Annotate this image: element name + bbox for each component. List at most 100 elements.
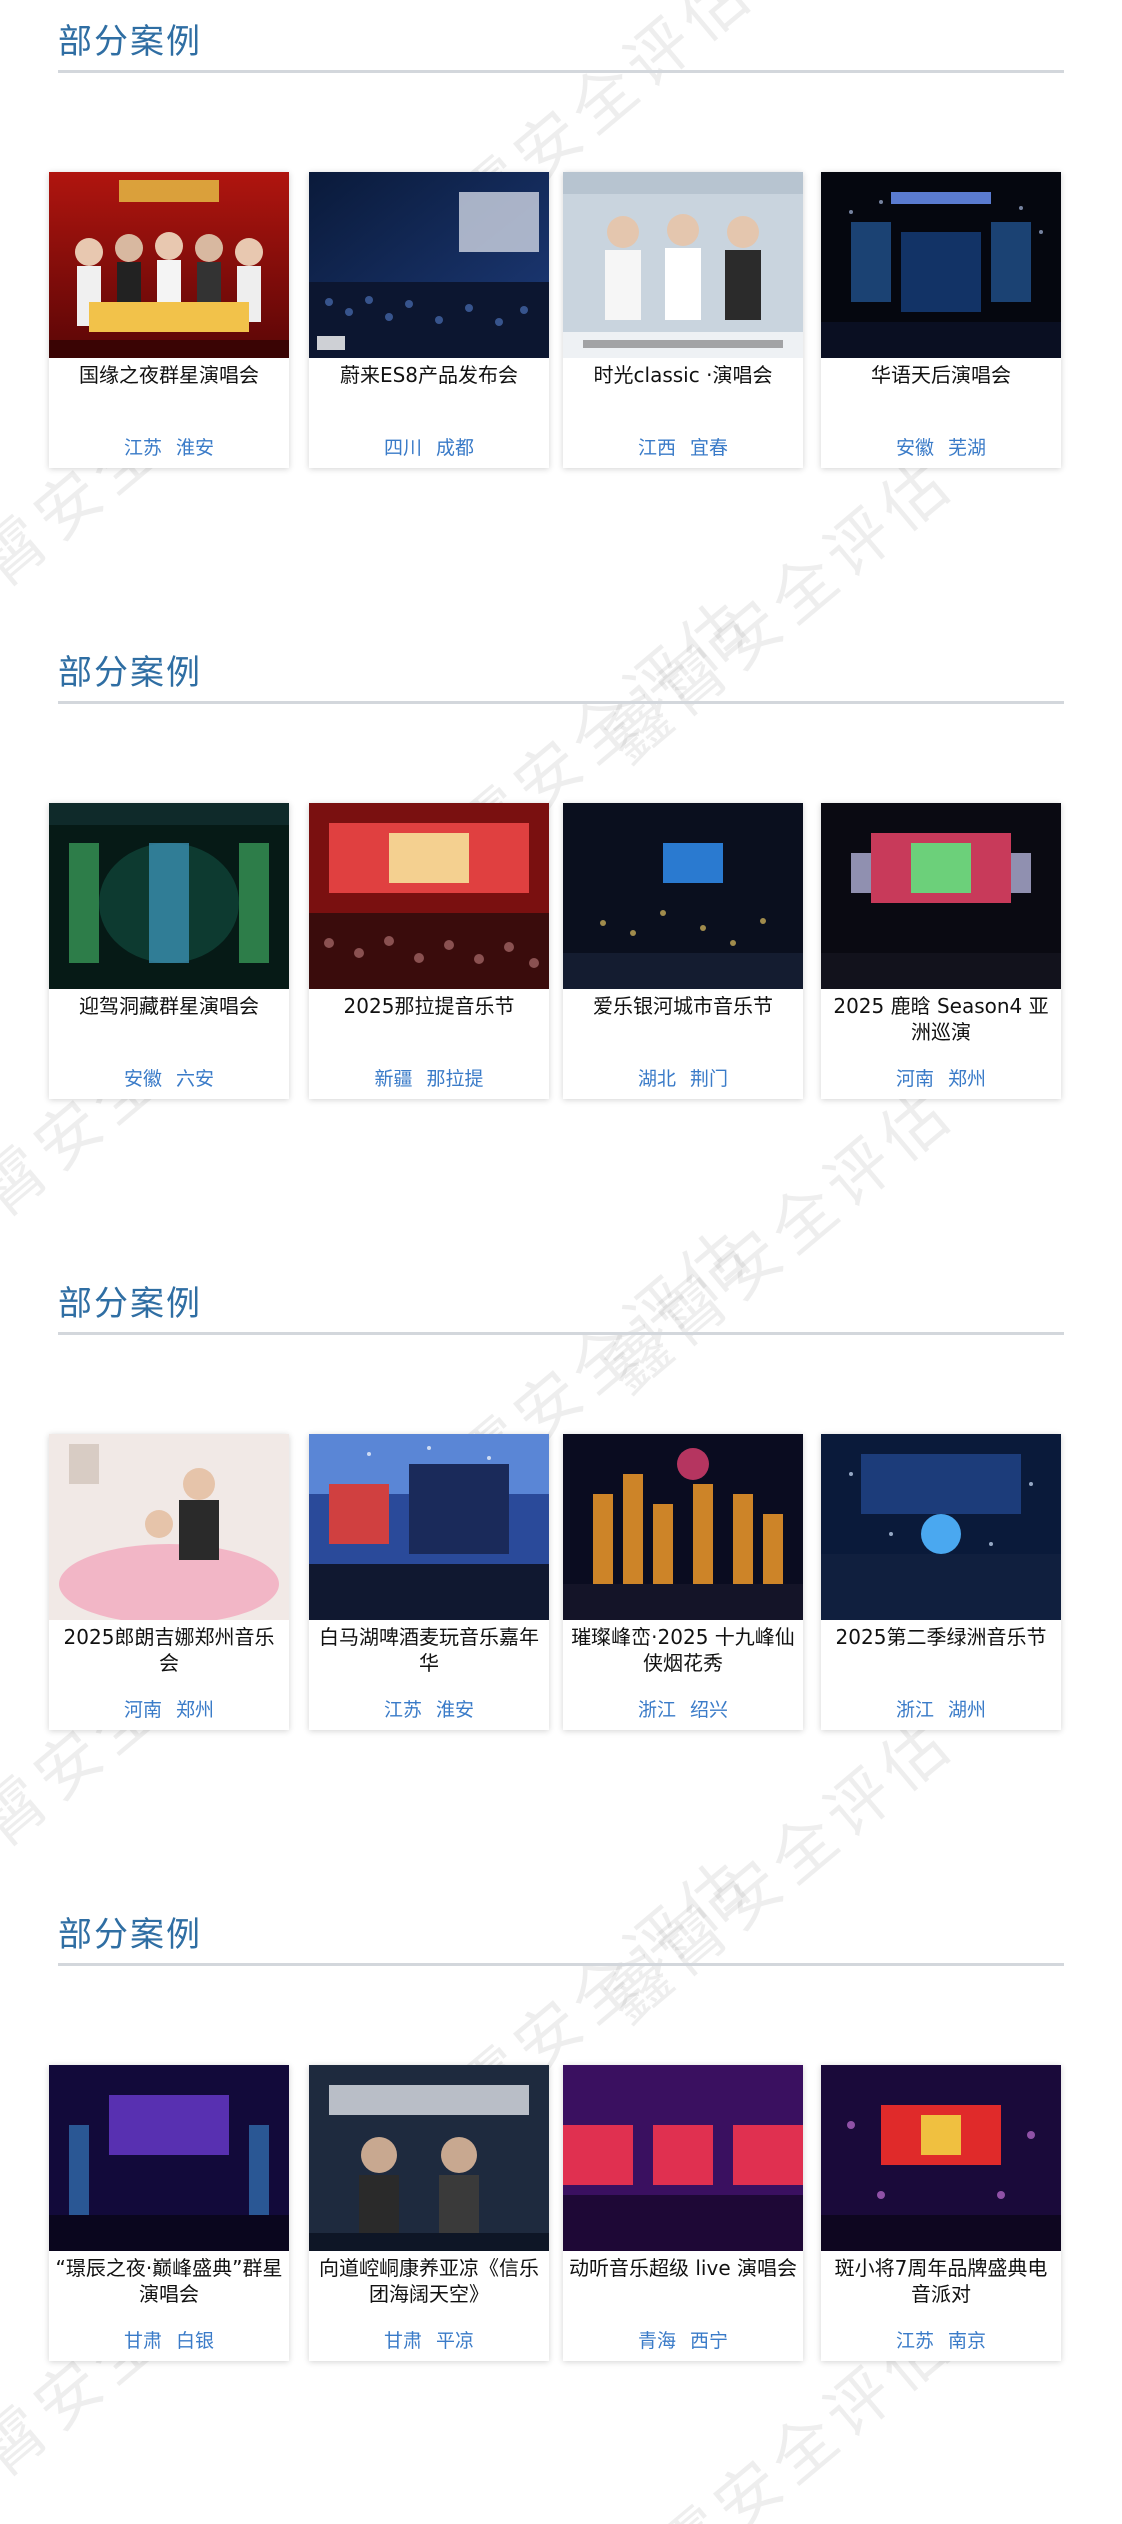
case-title: 2025那拉提音乐节 <box>343 994 515 1018</box>
case-location: 青海 西宁 <box>563 2326 803 2353</box>
location-province: 新疆 <box>374 1068 413 1090</box>
case-card[interactable]: 2025那拉提音乐节 新疆 那拉提 <box>309 803 549 1099</box>
case-card[interactable]: 2025郎朗吉娜郑州音乐会 河南 郑州 <box>49 1434 289 1730</box>
case-card[interactable]: 向道崆峒康养亚凉《信乐团海阔天空》 甘肃 平凉 <box>309 2065 549 2361</box>
location-city: 芜湖 <box>948 437 987 459</box>
case-location: 江苏 淮安 <box>49 433 289 460</box>
case-card[interactable]: 华语天后演唱会 安徽 芜湖 <box>821 172 1061 468</box>
location-province: 湖北 <box>637 1068 676 1090</box>
case-photo <box>563 803 803 989</box>
case-location: 江苏 淮安 <box>309 1695 549 1722</box>
location-province: 四川 <box>383 437 422 459</box>
case-section: 部分案例 “璟辰之夜·巅峰盛典”群星演唱会 甘肃 白银 向道崆峒康养亚凉《信乐团… <box>0 1893 1122 2523</box>
case-card[interactable]: 白马湖啤酒麦玩音乐嘉年华 江苏 淮安 <box>309 1434 549 1730</box>
case-location: 安徽 六安 <box>49 1064 289 1091</box>
case-card[interactable]: 爱乐银河城市音乐节 湖北 荆门 <box>563 803 803 1099</box>
location-province: 安徽 <box>123 1068 162 1090</box>
case-title: 2025第二季绿洲音乐节 <box>835 1625 1047 1649</box>
case-card[interactable]: 动听音乐超级 live 演唱会 青海 西宁 <box>563 2065 803 2361</box>
case-title: 向道崆峒康养亚凉《信乐团海阔天空》 <box>319 2256 539 2306</box>
location-city: 那拉提 <box>426 1068 484 1090</box>
section-divider <box>58 1963 1064 1966</box>
location-city: 郑州 <box>176 1699 215 1721</box>
section-title: 部分案例 <box>58 653 202 693</box>
section-title: 部分案例 <box>58 1284 202 1324</box>
case-location: 四川 成都 <box>309 433 549 460</box>
case-section: 部分案例 国缘之夜群星演唱会 江苏 淮安 蔚来ES8产品发布会 四川 成都 时光… <box>0 0 1122 630</box>
case-card[interactable]: 时光classic ·演唱会 江西 宜春 <box>563 172 803 468</box>
location-province: 甘肃 <box>383 2330 422 2352</box>
location-province: 河南 <box>895 1068 934 1090</box>
case-location: 浙江 绍兴 <box>563 1695 803 1722</box>
case-section: 部分案例 2025郎朗吉娜郑州音乐会 河南 郑州 白马湖啤酒麦玩音乐嘉年华 江苏… <box>0 1262 1122 1892</box>
case-photo <box>309 1434 549 1620</box>
location-city: 白银 <box>176 2330 215 2352</box>
case-photo <box>309 803 549 989</box>
section-title: 部分案例 <box>58 22 202 62</box>
case-photo <box>563 2065 803 2251</box>
case-card[interactable]: 璀璨峰峦·2025 十九峰仙侠烟花秀 浙江 绍兴 <box>563 1434 803 1730</box>
case-location: 甘肃 白银 <box>49 2326 289 2353</box>
case-location: 湖北 荆门 <box>563 1064 803 1091</box>
case-location: 江西 宜春 <box>563 433 803 460</box>
case-photo <box>309 2065 549 2251</box>
case-card[interactable]: 迎驾洞藏群星演唱会 安徽 六安 <box>49 803 289 1099</box>
case-title: “璟辰之夜·巅峰盛典”群星演唱会 <box>55 2256 283 2306</box>
location-city: 成都 <box>436 437 475 459</box>
case-title: 斑小将7周年品牌盛典电音派对 <box>834 2256 1048 2306</box>
case-card[interactable]: 蔚来ES8产品发布会 四川 成都 <box>309 172 549 468</box>
case-photo <box>563 1434 803 1620</box>
case-photo <box>821 1434 1061 1620</box>
case-location: 甘肃 平凉 <box>309 2326 549 2353</box>
location-province: 浙江 <box>895 1699 934 1721</box>
case-title: 2025郎朗吉娜郑州音乐会 <box>63 1625 275 1675</box>
case-photo <box>563 172 803 358</box>
location-province: 甘肃 <box>123 2330 162 2352</box>
case-title: 国缘之夜群星演唱会 <box>79 363 259 387</box>
case-photo <box>49 2065 289 2251</box>
location-province: 江苏 <box>383 1699 422 1721</box>
location-city: 郑州 <box>948 1068 987 1090</box>
case-photo <box>821 172 1061 358</box>
location-province: 江苏 <box>895 2330 934 2352</box>
location-city: 淮安 <box>176 437 215 459</box>
case-location: 河南 郑州 <box>821 1064 1061 1091</box>
case-photo <box>49 1434 289 1620</box>
case-card[interactable]: “璟辰之夜·巅峰盛典”群星演唱会 甘肃 白银 <box>49 2065 289 2361</box>
case-card[interactable]: 斑小将7周年品牌盛典电音派对 江苏 南京 <box>821 2065 1061 2361</box>
location-city: 南京 <box>948 2330 987 2352</box>
case-title: 迎驾洞藏群星演唱会 <box>79 994 259 1018</box>
case-title: 蔚来ES8产品发布会 <box>339 363 519 387</box>
location-city: 平凉 <box>436 2330 475 2352</box>
case-location: 安徽 芜湖 <box>821 433 1061 460</box>
location-city: 淮安 <box>436 1699 475 1721</box>
case-title: 动听音乐超级 live 演唱会 <box>569 2256 797 2280</box>
case-card[interactable]: 国缘之夜群星演唱会 江苏 淮安 <box>49 172 289 468</box>
location-city: 荆门 <box>690 1068 729 1090</box>
case-title: 2025 鹿晗 Season4 亚洲巡演 <box>833 994 1049 1044</box>
location-province: 浙江 <box>637 1699 676 1721</box>
case-photo <box>49 803 289 989</box>
location-province: 安徽 <box>895 437 934 459</box>
case-photo <box>821 2065 1061 2251</box>
case-title: 璀璨峰峦·2025 十九峰仙侠烟花秀 <box>571 1625 795 1675</box>
case-location: 江苏 南京 <box>821 2326 1061 2353</box>
location-province: 河南 <box>123 1699 162 1721</box>
case-location: 新疆 那拉提 <box>309 1064 549 1091</box>
case-title: 华语天后演唱会 <box>871 363 1011 387</box>
case-card[interactable]: 2025第二季绿洲音乐节 浙江 湖州 <box>821 1434 1061 1730</box>
section-divider <box>58 1332 1064 1335</box>
case-title: 白马湖啤酒麦玩音乐嘉年华 <box>319 1625 539 1675</box>
location-province: 江苏 <box>123 437 162 459</box>
location-city: 西宁 <box>690 2330 729 2352</box>
section-divider <box>58 70 1064 73</box>
location-city: 湖州 <box>948 1699 987 1721</box>
case-title: 时光classic ·演唱会 <box>593 363 773 387</box>
case-card[interactable]: 2025 鹿晗 Season4 亚洲巡演 河南 郑州 <box>821 803 1061 1099</box>
location-city: 宜春 <box>690 437 729 459</box>
case-location: 浙江 湖州 <box>821 1695 1061 1722</box>
case-section: 部分案例 迎驾洞藏群星演唱会 安徽 六安 2025那拉提音乐节 新疆 那拉提 爱… <box>0 631 1122 1261</box>
section-divider <box>58 701 1064 704</box>
location-province: 江西 <box>637 437 676 459</box>
case-location: 河南 郑州 <box>49 1695 289 1722</box>
